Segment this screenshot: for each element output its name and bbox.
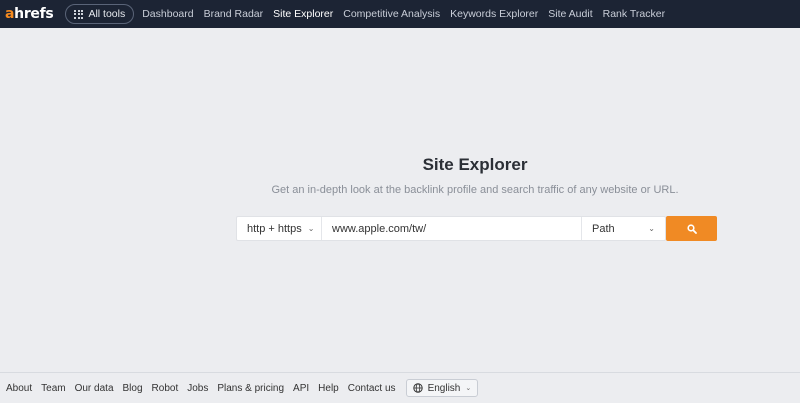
ahrefs-logo[interactable]: ahrefs bbox=[5, 6, 54, 22]
chevron-down-icon: ⌄ bbox=[465, 385, 472, 392]
search-button[interactable] bbox=[666, 216, 717, 241]
search-bar: http + https ⌄ Path ⌄ bbox=[236, 216, 666, 241]
mode-select[interactable]: Path ⌄ bbox=[581, 217, 665, 240]
nav-keywords-explorer[interactable]: Keywords Explorer bbox=[450, 8, 538, 20]
page-title: Site Explorer bbox=[422, 155, 528, 174]
footer-link-robot[interactable]: Robot bbox=[152, 383, 179, 394]
footer-link-team[interactable]: Team bbox=[41, 383, 65, 394]
nav-brand-radar[interactable]: Brand Radar bbox=[204, 8, 264, 20]
chevron-down-icon: ⌄ bbox=[307, 224, 315, 233]
chevron-down-icon: ⌄ bbox=[648, 224, 655, 233]
mode-value: Path bbox=[592, 222, 615, 235]
logo-letter-a: a bbox=[5, 6, 15, 22]
page-subtitle: Get an in-depth look at the backlink pro… bbox=[271, 184, 679, 196]
language-value: English bbox=[427, 382, 461, 394]
nav-site-audit[interactable]: Site Audit bbox=[548, 8, 592, 20]
grid-icon bbox=[74, 9, 84, 19]
nav-rank-tracker[interactable]: Rank Tracker bbox=[603, 8, 665, 20]
footer-link-contact-us[interactable]: Contact us bbox=[348, 383, 396, 394]
footer-link-help[interactable]: Help bbox=[318, 383, 339, 394]
footer-link-our-data[interactable]: Our data bbox=[75, 383, 114, 394]
footer-link-jobs[interactable]: Jobs bbox=[187, 383, 208, 394]
protocol-value: http + https bbox=[247, 222, 302, 235]
url-input[interactable] bbox=[322, 217, 581, 240]
top-nav: ahrefs All tools Dashboard Brand Radar S… bbox=[0, 0, 800, 28]
footer-link-blog[interactable]: Blog bbox=[123, 383, 143, 394]
nav-dashboard[interactable]: Dashboard bbox=[142, 8, 193, 20]
logo-text: hrefs bbox=[14, 6, 54, 22]
footer-link-plans-pricing[interactable]: Plans & pricing bbox=[217, 383, 284, 394]
nav-competitive-analysis[interactable]: Competitive Analysis bbox=[343, 8, 440, 20]
nav-site-explorer[interactable]: Site Explorer bbox=[273, 8, 333, 20]
footer: About Team Our data Blog Robot Jobs Plan… bbox=[0, 372, 800, 403]
globe-icon bbox=[412, 383, 423, 393]
footer-link-api[interactable]: API bbox=[293, 383, 309, 394]
all-tools-button[interactable]: All tools bbox=[65, 4, 135, 24]
search-icon bbox=[686, 223, 697, 234]
all-tools-label: All tools bbox=[88, 8, 126, 20]
protocol-select[interactable]: http + https ⌄ bbox=[237, 217, 322, 240]
footer-link-about[interactable]: About bbox=[6, 383, 32, 394]
language-select[interactable]: English ⌄ bbox=[405, 379, 479, 397]
